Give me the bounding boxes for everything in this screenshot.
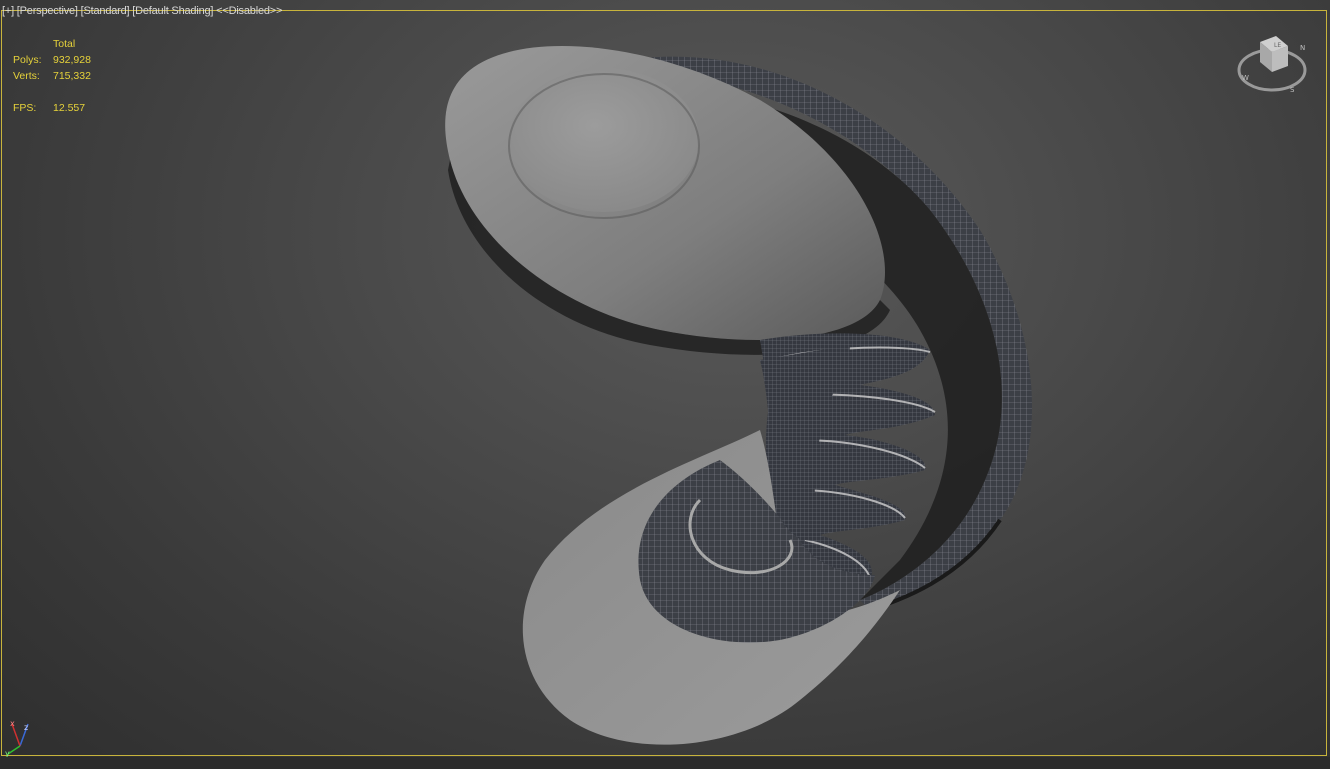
verts-label: Verts: (13, 70, 40, 82)
3d-model-render[interactable] (0, 0, 1330, 769)
compass-s-label[interactable]: S (1290, 86, 1295, 94)
viewport-bottom-strip (0, 757, 1330, 769)
viewport-state-menu[interactable]: <<Disabled>> (216, 5, 282, 17)
polys-label: Polys: (13, 54, 42, 66)
viewcube-face-label: LE (1274, 42, 1281, 49)
perspective-viewport[interactable]: [+] [Perspective] [Standard] [Default Sh… (0, 0, 1330, 769)
top-disk (509, 68, 699, 212)
viewport-plus-menu[interactable]: [+] (2, 5, 14, 17)
viewcube-icon[interactable]: LE W S N (1234, 28, 1312, 100)
viewport-shading-menu[interactable]: [Default Shading] (132, 5, 213, 17)
verts-value: 715,332 (53, 70, 91, 82)
statistics-overlay: Total Polys: 932,928 Verts: 715,332 FPS: 12… (13, 36, 91, 116)
axis-z-label: z (24, 723, 28, 732)
fps-value: 12.557 (53, 102, 86, 114)
stats-header: Total (53, 38, 76, 50)
viewport-mode-menu[interactable]: [Standard] (81, 5, 130, 17)
polys-value: 932,928 (53, 54, 91, 66)
compass-w-label[interactable]: W (1242, 74, 1249, 82)
viewport-view-menu[interactable]: [Perspective] (17, 5, 78, 17)
viewport-label-menu[interactable]: [+] [Perspective] [Standard] [Default Sh… (2, 5, 282, 19)
compass-n-label[interactable]: N (1300, 44, 1305, 52)
axis-tripod-icon: z x y (5, 719, 29, 758)
axis-x-label: x (10, 719, 15, 728)
viewcube-cube[interactable]: LE (1260, 36, 1288, 72)
fps-label: FPS: (13, 102, 37, 114)
